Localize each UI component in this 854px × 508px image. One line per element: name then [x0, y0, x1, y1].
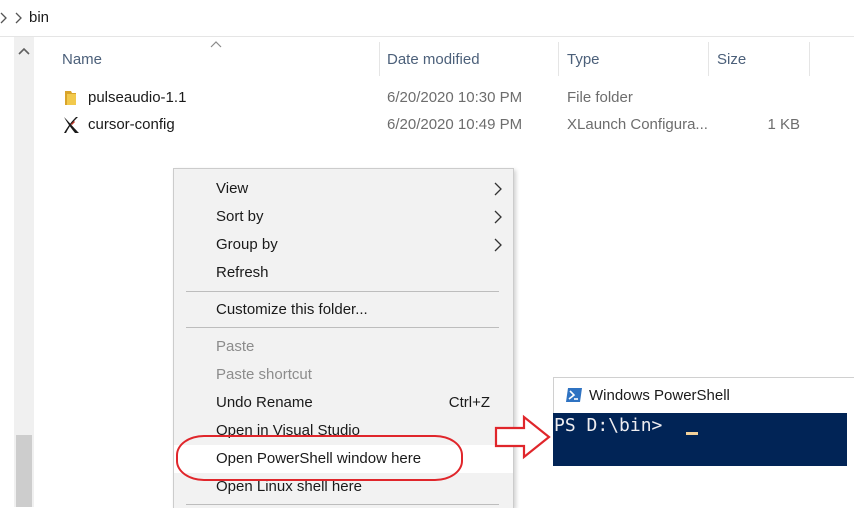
file-name[interactable]: cursor-config — [88, 116, 175, 133]
powershell-icon — [566, 388, 582, 402]
menu-item-refresh[interactable]: Refresh — [174, 259, 513, 287]
menu-item-group-by-label: Group by — [216, 236, 278, 253]
file-size: 1 KB — [767, 116, 800, 133]
column-header-size[interactable]: Size — [709, 38, 809, 82]
column-header-name-label: Name — [62, 51, 103, 68]
file-date: 6/20/2020 10:30 PM — [387, 89, 523, 106]
menu-separator — [186, 327, 499, 328]
keyboard-shortcut-label: Ctrl+Z — [448, 394, 490, 411]
menu-item-sort-by[interactable]: Sort by — [174, 203, 513, 231]
scroll-up-arrow-icon[interactable] — [17, 45, 31, 57]
menu-item-paste: Paste — [174, 333, 513, 361]
menu-item-view-label: View — [216, 180, 249, 197]
menu-item-customize-label: Customize this folder... — [216, 301, 368, 318]
scrollbar-thumb[interactable] — [16, 435, 32, 507]
column-divider[interactable] — [809, 42, 810, 76]
menu-separator — [186, 504, 499, 505]
powershell-title-bar[interactable]: Windows PowerShell — [553, 377, 854, 414]
menu-item-sort-by-label: Sort by — [216, 208, 264, 225]
menu-item-view[interactable]: View — [174, 175, 513, 203]
folder-icon — [65, 91, 76, 105]
column-header-date[interactable]: Date modified — [380, 38, 558, 82]
highlight-annotation-ring — [176, 435, 463, 481]
menu-item-paste-label: Paste — [216, 338, 255, 355]
breadcrumb-current-folder[interactable]: bin — [29, 9, 49, 26]
menu-item-paste-shortcut: Paste shortcut — [174, 361, 513, 389]
xlaunch-icon — [64, 117, 79, 133]
submenu-arrow-icon — [494, 182, 502, 196]
menu-item-refresh-label: Refresh — [216, 264, 269, 281]
column-header-size-label: Size — [717, 51, 747, 68]
column-header-type-label: Type — [567, 51, 600, 68]
file-row[interactable]: cursor-config 6/20/2020 10:49 PM XLaunch… — [54, 112, 834, 138]
menu-item-customize-folder[interactable]: Customize this folder... — [174, 296, 513, 324]
powershell-prompt: PS D:\bin> — [554, 415, 674, 436]
submenu-arrow-icon — [494, 238, 502, 252]
menu-item-paste-shortcut-label: Paste shortcut — [216, 366, 312, 383]
file-name[interactable]: pulseaudio-1.1 — [88, 89, 186, 106]
annotation-arrow-icon — [494, 414, 551, 460]
submenu-arrow-icon — [494, 210, 502, 224]
powershell-window[interactable]: Windows PowerShell PS D:\bin> — [553, 377, 854, 507]
menu-item-undo-rename[interactable]: Undo Rename Ctrl+Z — [174, 389, 513, 417]
file-date: 6/20/2020 10:49 PM — [387, 116, 523, 133]
file-row[interactable]: pulseaudio-1.1 6/20/2020 10:30 PM File f… — [54, 85, 834, 111]
chevron-right-icon[interactable] — [11, 10, 27, 26]
text-cursor — [686, 432, 698, 435]
menu-separator — [186, 291, 499, 292]
menu-item-undo-rename-label: Undo Rename — [216, 394, 313, 411]
powershell-window-title: Windows PowerShell — [589, 387, 730, 404]
column-header-date-label: Date modified — [387, 51, 480, 68]
vertical-scrollbar[interactable] — [14, 37, 34, 507]
file-type: File folder — [567, 89, 633, 106]
file-type: XLaunch Configura... — [567, 116, 708, 133]
column-header-type[interactable]: Type — [559, 38, 708, 82]
address-breadcrumb[interactable]: bin — [0, 0, 854, 37]
column-header-name[interactable]: Name — [54, 38, 379, 82]
powershell-console[interactable]: PS D:\bin> — [553, 413, 847, 466]
menu-item-group-by[interactable]: Group by — [174, 231, 513, 259]
